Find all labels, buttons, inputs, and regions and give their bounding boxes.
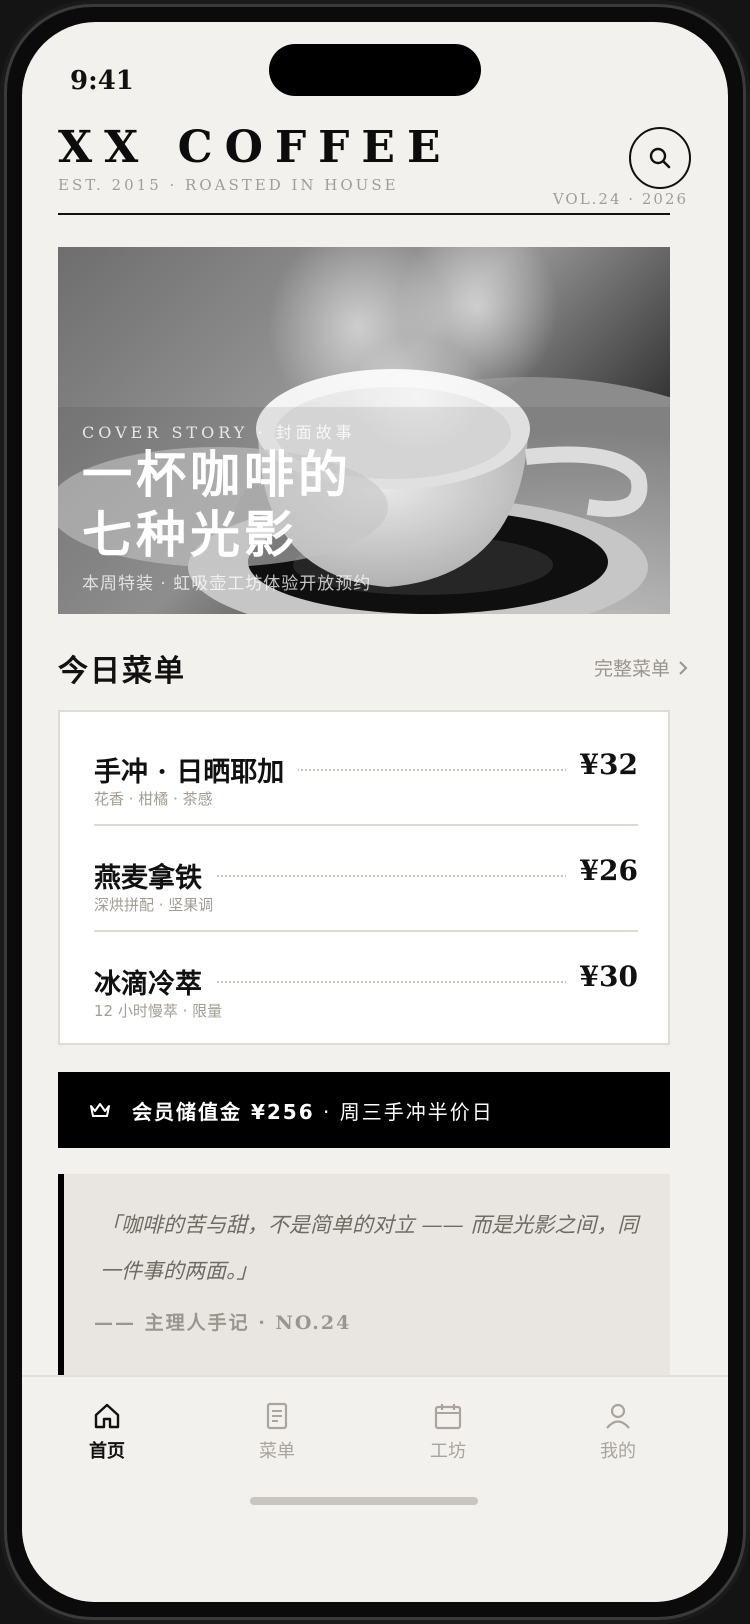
menu-item-desc: 12 小时慢萃 · 限量 (94, 1002, 223, 1020)
full-menu-link-label: 完整菜单 (593, 658, 670, 680)
tab-home[interactable]: 首页 (47, 1401, 167, 1481)
menu-item-name: 冰滴冷萃 (94, 962, 216, 1001)
promo-highlight: 会员储值金 ¥256 (132, 1099, 315, 1124)
hero-note: 本周特装 · 虹吸壶工坊体验开放预约 (82, 574, 372, 594)
menu-item-price: ¥30 (565, 960, 638, 993)
promo-text: 会员储值金 ¥256 · 周三手冲半价日 (132, 1096, 494, 1125)
tab-workshop[interactable]: 工坊 (388, 1401, 508, 1481)
chevron-right-icon (679, 660, 688, 675)
tab-label: 工坊 (430, 1441, 466, 1462)
quote-text: 「咖啡的苦与甜，不是简单的对立 —— 而是光影之间，同一件事的两面。」 (100, 1213, 639, 1283)
hero-title-line-2: 七种光影 (82, 505, 298, 564)
menu-item-price: ¥26 (565, 854, 638, 887)
tab-label: 首页 (89, 1441, 125, 1462)
menu-item-desc: 花香 · 柑橘 · 茶感 (94, 790, 213, 808)
tab-label: 我的 (600, 1441, 636, 1462)
hero-cover-story[interactable]: COVER STORY · 封面故事 一杯咖啡的 七种光影 本周特装 · 虹吸壶… (58, 247, 670, 614)
search-button[interactable] (629, 127, 691, 189)
dynamic-island (269, 44, 481, 96)
menu-item[interactable]: 冰滴冷萃 ¥30 12 小时慢萃 · 限量 (94, 932, 638, 1038)
quote-author: —— 主理人手记 · NO.24 (94, 1312, 352, 1334)
home-indicator[interactable] (250, 1497, 478, 1505)
bottom-tab-bar: 首页 菜单 工坊 我的 (22, 1375, 728, 1602)
phone-frame: 9:41 XX COFFEE EST. 2015 · ROASTED IN HO… (0, 0, 750, 1624)
tab-menu[interactable]: 菜单 (217, 1401, 337, 1481)
member-promo-banner[interactable]: 会员储值金 ¥256 · 周三手冲半价日 (58, 1072, 670, 1148)
menu-item[interactable]: 手冲 · 日晒耶加 ¥32 花香 · 柑橘 · 茶感 (94, 720, 638, 826)
tab-label: 菜单 (259, 1441, 295, 1462)
menu-item-name: 燕麦拿铁 (94, 856, 216, 895)
menu-item-name: 手冲 · 日晒耶加 (94, 750, 299, 789)
search-icon (649, 147, 671, 169)
quote-card: 「咖啡的苦与甜，不是简单的对立 —— 而是光影之间，同一件事的两面。」 —— 主… (58, 1174, 670, 1384)
tab-profile[interactable]: 我的 (558, 1401, 678, 1481)
header-divider (58, 213, 670, 215)
section-title-today-menu: 今日菜单 (58, 654, 186, 689)
menu-item-price: ¥32 (565, 748, 638, 781)
home-icon (94, 1403, 120, 1429)
menu-item-desc: 深烘拼配 · 坚果调 (94, 896, 214, 914)
hero-title-line-1: 一杯咖啡的 (82, 445, 352, 504)
user-icon (606, 1403, 630, 1429)
promo-detail: · 周三手冲半价日 (314, 1099, 494, 1124)
app-screen: 9:41 XX COFFEE EST. 2015 · ROASTED IN HO… (22, 22, 728, 1602)
brand-title: XX COFFEE (58, 122, 453, 173)
menu-doc-icon (266, 1402, 288, 1430)
hero-title: 一杯咖啡的 七种光影 (82, 445, 352, 565)
calendar-icon (434, 1404, 462, 1430)
crown-icon (90, 1103, 110, 1117)
full-menu-link[interactable]: 完整菜单 (594, 654, 688, 681)
today-menu-card: 手冲 · 日晒耶加 ¥32 花香 · 柑橘 · 茶感 燕麦拿铁 ¥26 深烘拼配… (58, 710, 670, 1045)
issue-volume: VOL.24 · 2026 (552, 190, 688, 208)
brand-tagline: EST. 2015 · ROASTED IN HOUSE (58, 176, 399, 194)
menu-item[interactable]: 燕麦拿铁 ¥26 深烘拼配 · 坚果调 (94, 826, 638, 932)
status-time: 9:41 (70, 66, 134, 96)
hero-kicker: COVER STORY · 封面故事 (82, 423, 356, 442)
